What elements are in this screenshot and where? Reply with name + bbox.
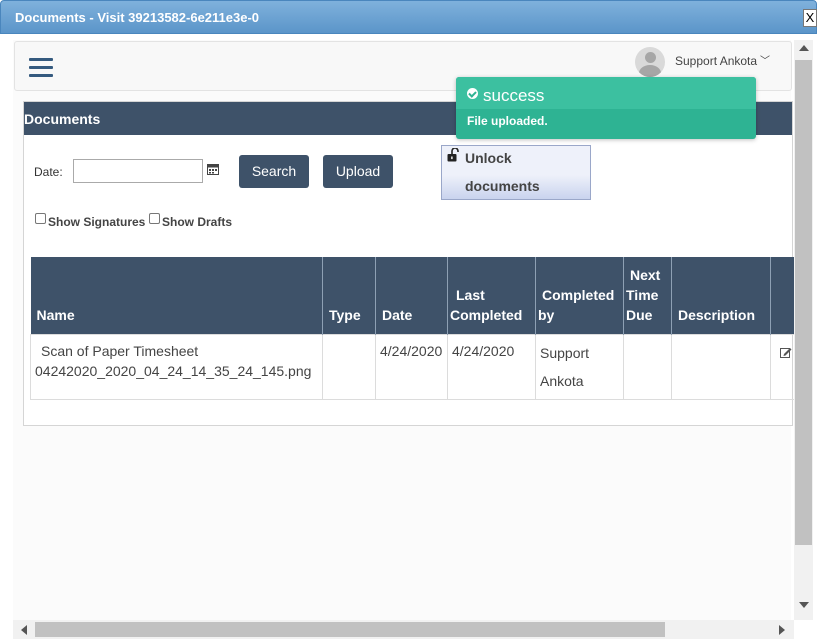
unlock-documents-button[interactable]: Unlock documents <box>441 145 591 200</box>
column-description[interactable]: Description <box>671 257 771 334</box>
doc-name-line1: Scan of Paper Timesheet <box>41 342 199 359</box>
show-signatures-label: Show Signatures <box>48 215 146 229</box>
hamburger-menu-icon[interactable] <box>29 58 53 78</box>
column-date[interactable]: Date <box>375 257 448 334</box>
completed-by-line1: Completed <box>542 286 615 303</box>
scroll-left-arrow-icon[interactable] <box>21 625 27 635</box>
dialog-titlebar: Documents - Visit 39213582-6e211e3e-0 X <box>0 0 817 34</box>
horizontal-scroll-thumb[interactable] <box>35 622 665 637</box>
show-signatures-checkbox[interactable] <box>35 213 46 224</box>
calendar-icon[interactable] <box>207 163 219 175</box>
scroll-up-arrow-icon[interactable] <box>799 45 809 51</box>
cell-completed-by: Support Ankota <box>535 333 624 400</box>
vertical-scrollbar[interactable] <box>794 40 813 620</box>
doc-name-line2: 04242020_2020_04_24_14_35_24_145.png <box>35 362 312 379</box>
next-due-line1: Next <box>630 266 661 283</box>
user-menu-name[interactable]: Support Ankota <box>675 54 757 68</box>
completed-by-first: Support <box>540 344 590 361</box>
table-row[interactable]: Scan of Paper Timesheet 04242020_2020_04… <box>30 333 796 400</box>
completed-by-line2: by <box>538 306 555 323</box>
column-next-time-due[interactable]: Next Time Due <box>623 257 672 334</box>
next-due-line2: Time <box>626 286 659 303</box>
date-label: Date: <box>34 165 63 179</box>
chevron-down-icon[interactable]: ﹀ <box>760 52 770 67</box>
show-drafts-checkbox[interactable] <box>149 213 160 224</box>
toast-message: File uploaded. <box>467 114 548 128</box>
cell-description <box>671 333 771 400</box>
cell-date: 4/24/2020 <box>375 333 448 400</box>
search-button[interactable]: Search <box>239 155 309 188</box>
cell-name[interactable]: Scan of Paper Timesheet 04242020_2020_04… <box>30 333 323 400</box>
avatar[interactable] <box>635 47 665 77</box>
cell-type <box>322 333 376 400</box>
column-last-completed[interactable]: Last Completed <box>447 257 536 334</box>
dialog-title: Documents - Visit 39213582-6e211e3e-0 <box>15 10 260 25</box>
unlock-label-line1: Unlock <box>465 150 512 166</box>
cell-actions <box>770 333 796 400</box>
show-drafts-label: Show Drafts <box>162 215 233 229</box>
table-header-row: Name Type Date Last Completed Completed … <box>30 257 796 334</box>
unlock-label-line2: documents <box>465 178 540 194</box>
scroll-down-arrow-icon[interactable] <box>799 602 809 608</box>
column-completed-by[interactable]: Completed by <box>535 257 624 334</box>
scroll-right-arrow-icon[interactable] <box>779 625 785 635</box>
horizontal-scrollbar[interactable] <box>13 620 794 639</box>
completed-by-last: Ankota <box>540 372 584 389</box>
column-actions <box>770 257 796 334</box>
next-due-line3: Due <box>626 306 653 323</box>
check-circle-icon <box>467 88 478 99</box>
date-input[interactable] <box>73 159 203 183</box>
cell-last-completed: 4/24/2020 <box>447 333 536 400</box>
column-name[interactable]: Name <box>30 257 323 334</box>
close-button[interactable]: X <box>803 9 817 27</box>
last-completed-line1: Last <box>456 286 485 303</box>
cell-next-due <box>623 333 672 400</box>
vertical-scroll-thumb[interactable] <box>795 60 812 545</box>
documents-table: Name Type Date Last Completed Completed … <box>30 257 796 400</box>
success-toast[interactable]: success File uploaded. <box>456 77 756 139</box>
unlock-icon <box>447 148 459 162</box>
last-completed-line2: Completed <box>450 306 523 323</box>
toast-heading: success <box>483 86 545 105</box>
upload-button[interactable]: Upload <box>323 155 393 188</box>
edit-icon[interactable] <box>780 347 792 358</box>
column-type[interactable]: Type <box>322 257 376 334</box>
